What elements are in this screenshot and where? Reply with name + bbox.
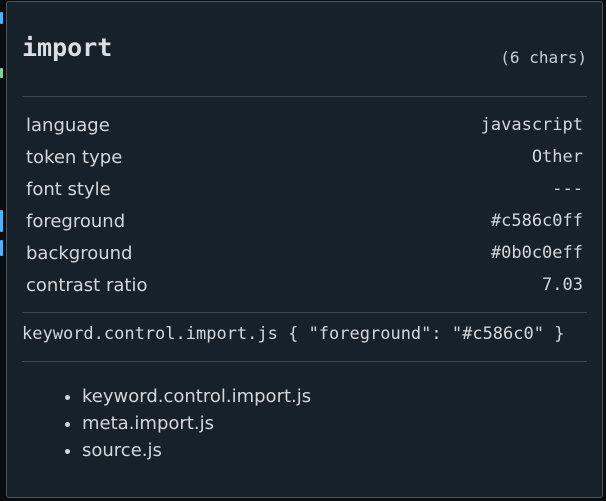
token-char-count: (6 chars) xyxy=(500,48,587,67)
scope-item: source.js xyxy=(82,437,311,464)
divider xyxy=(22,96,587,97)
property-row-token-type: token type Other xyxy=(26,141,583,173)
property-value: #0b0c0eff xyxy=(490,243,583,263)
property-label: language xyxy=(26,114,110,136)
divider xyxy=(22,312,587,313)
token-inspector-hover: import (6 chars) language javascript tok… xyxy=(6,1,603,498)
divider xyxy=(22,361,587,362)
property-row-font-style: font style --- xyxy=(26,173,583,205)
property-value: 7.03 xyxy=(542,275,583,295)
token-properties-table: language javascript token type Other fon… xyxy=(26,109,583,301)
property-value: javascript xyxy=(480,115,583,135)
scope-item: keyword.control.import.js xyxy=(82,383,311,410)
editor-text-fragment xyxy=(0,210,3,232)
property-label: token type xyxy=(26,146,123,168)
property-label: background xyxy=(26,242,133,264)
property-value: Other xyxy=(531,147,583,167)
property-row-language: language javascript xyxy=(26,109,583,141)
inspector-header: import (6 chars) xyxy=(22,32,587,86)
property-label: contrast ratio xyxy=(26,274,148,296)
editor-text-fragment xyxy=(0,12,3,24)
property-label: font style xyxy=(26,178,111,200)
textmate-scopes-list: keyword.control.import.js meta.import.js… xyxy=(62,383,311,464)
property-value: #c586c0ff xyxy=(490,211,583,231)
editor-text-fragment xyxy=(0,68,3,78)
property-row-foreground: foreground #c586c0ff xyxy=(26,205,583,237)
editor-text-fragment xyxy=(0,240,3,256)
scope-item: meta.import.js xyxy=(82,410,311,437)
property-row-background: background #0b0c0eff xyxy=(26,237,583,269)
token-text: import xyxy=(22,33,113,62)
property-label: foreground xyxy=(26,210,126,232)
property-row-contrast-ratio: contrast ratio 7.03 xyxy=(26,269,583,301)
theme-rule: keyword.control.import.js { "foreground"… xyxy=(22,324,565,344)
property-value: --- xyxy=(552,179,583,199)
